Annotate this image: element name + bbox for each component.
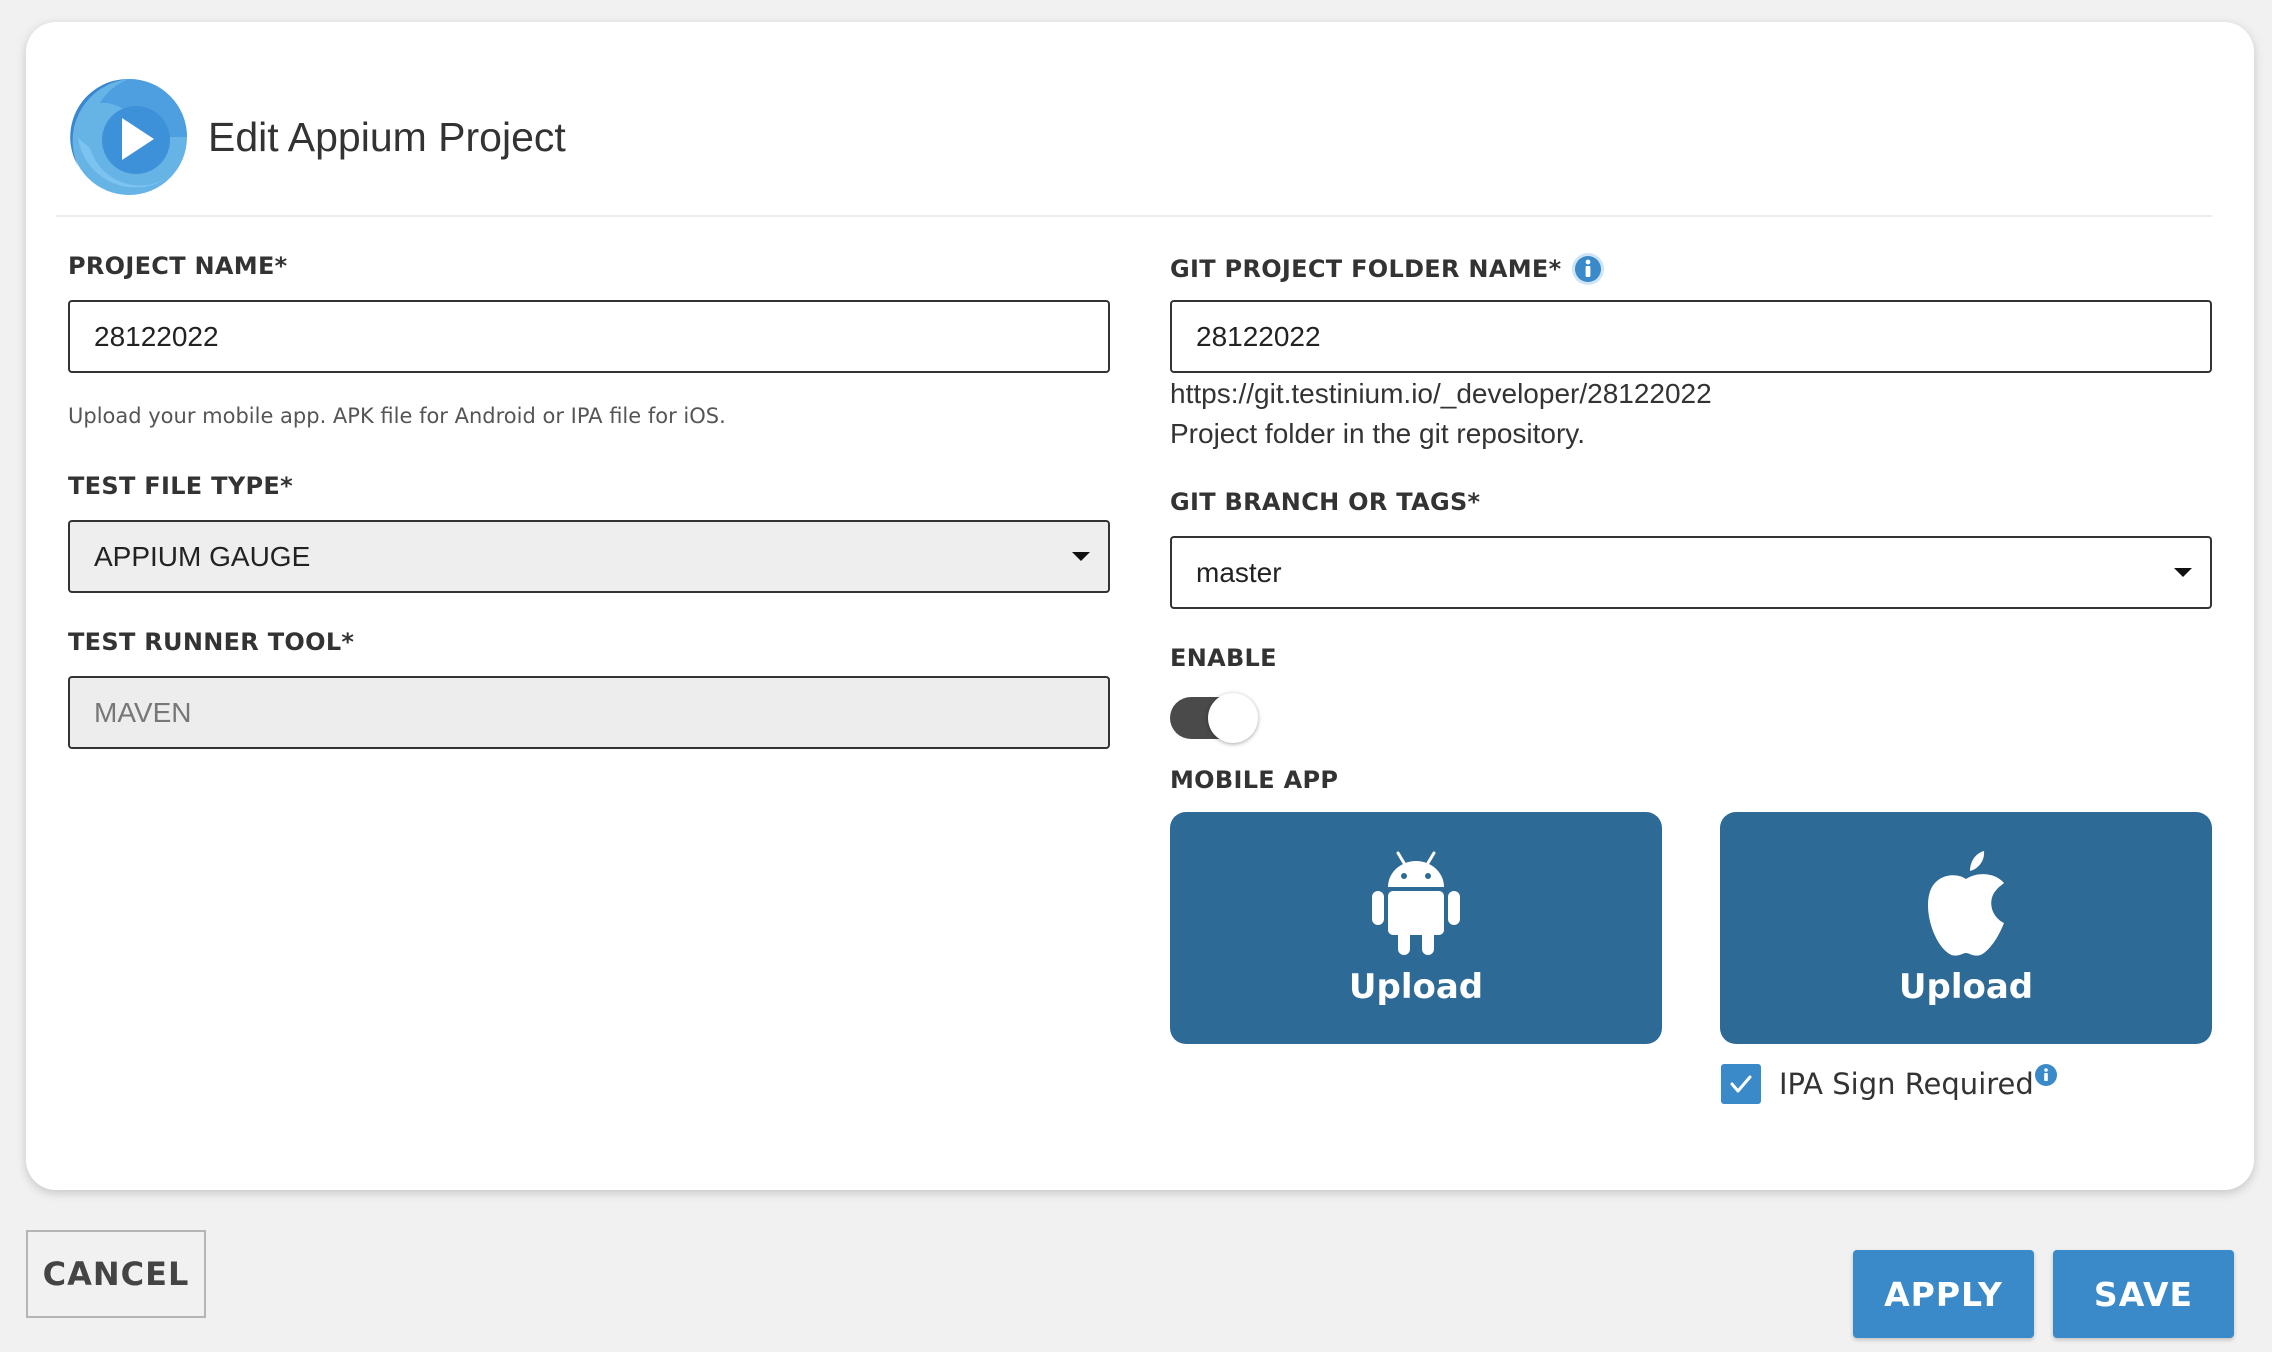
android-upload-button[interactable]: Upload [1170,812,1662,1044]
git-folder-label-text: GIT PROJECT FOLDER NAME* [1170,255,1562,283]
ipa-sign-checkbox[interactable] [1721,1064,1761,1104]
apply-button[interactable]: APPLY [1853,1250,2034,1338]
app-logo-icon [70,78,187,195]
git-folder-label: GIT PROJECT FOLDER NAME* [1170,252,1605,286]
project-name-input[interactable]: 28122022 [68,300,1110,373]
toggle-knob [1208,693,1258,743]
edit-project-card: Edit Appium Project PROJECT NAME* 281220… [26,22,2254,1190]
apple-icon [1927,851,2004,956]
dropdown-caret-icon [2174,568,2192,577]
dropdown-caret-icon [1072,552,1090,561]
git-url-text: https://git.testinium.io/_developer/2812… [1170,378,1712,409]
save-button[interactable]: SAVE [2053,1250,2234,1338]
ipa-sign-row: IPA Sign Required [1721,1064,2058,1104]
git-branch-label: GIT BRANCH OR TAGS* [1170,488,1481,516]
header-divider [56,215,2212,217]
ios-upload-button[interactable]: Upload [1720,812,2212,1044]
ios-upload-label: Upload [1898,967,2034,1007]
upload-hint: Upload your mobile app. APK file for And… [68,404,726,428]
git-folder-input[interactable]: 28122022 [1170,300,2212,373]
test-file-type-select[interactable]: APPIUM GAUGE [68,520,1110,593]
dialog-header: Edit Appium Project [70,78,566,196]
info-icon[interactable] [1571,252,1605,286]
git-branch-value: master [1196,556,1282,588]
project-name-label: PROJECT NAME* [68,252,288,280]
page-title: Edit Appium Project [208,113,566,160]
git-folder-help: Project folder in the git repository. [1170,418,1586,449]
enable-label: ENABLE [1170,644,1277,672]
ipa-sign-label: IPA Sign Required [1779,1067,2034,1101]
test-runner-input: MAVEN [68,676,1110,749]
mobile-app-label: MOBILE APP [1170,766,1339,794]
git-branch-select[interactable]: master [1170,536,2212,609]
test-runner-label: TEST RUNNER TOOL* [68,628,355,656]
test-file-type-label: TEST FILE TYPE* [68,472,293,500]
android-upload-label: Upload [1348,967,1484,1007]
checkmark-icon [1730,1075,1752,1093]
cancel-button[interactable]: CANCEL [26,1230,206,1318]
android-icon [1372,851,1460,955]
enable-toggle[interactable] [1170,693,1258,743]
test-file-type-value: APPIUM GAUGE [94,540,311,572]
info-icon[interactable] [2034,1063,2058,1087]
